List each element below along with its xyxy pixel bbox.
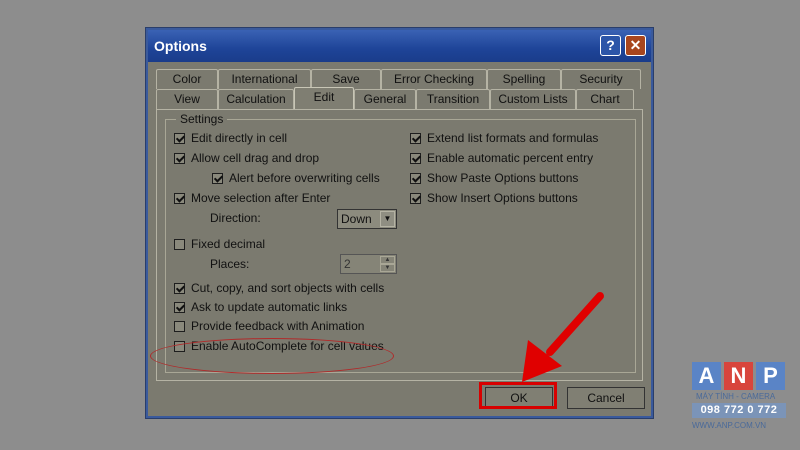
logo-letter-a: A [692,362,721,390]
option-label: Cut, copy, and sort objects with cells [191,281,385,295]
checkbox[interactable] [410,152,421,164]
tab-chart[interactable]: Chart [576,89,634,109]
option-alert-overwrite[interactable]: Alert before overwriting cells [212,171,380,185]
spin-up-icon[interactable]: ▲ [380,256,395,264]
checkbox[interactable] [174,320,185,332]
option-edit-directly[interactable]: Edit directly in cell [174,131,287,145]
highlight-ellipse [150,338,394,374]
places-label: Places: [210,257,250,271]
checkbox[interactable] [212,172,223,184]
direction-dropdown[interactable]: Down ▼ [337,209,397,229]
tab-custom-lists[interactable]: Custom Lists [490,89,576,109]
tab-row-1: Color International Save Error Checking … [156,69,641,89]
checkbox[interactable] [410,192,421,204]
logo-letter-p: P [756,362,785,390]
tab-edit[interactable]: Edit [294,87,354,109]
option-label: Show Insert Options buttons [427,191,578,205]
checkbox[interactable] [174,152,185,164]
logo-letter-n: N [724,362,753,390]
tab-spelling[interactable]: Spelling [487,69,561,89]
chevron-down-icon[interactable]: ▼ [380,211,395,227]
help-button[interactable]: ? [600,35,621,56]
checkbox[interactable] [410,132,421,144]
spin-down-icon[interactable]: ▼ [380,264,395,272]
option-insert-options[interactable]: Show Insert Options buttons [410,191,578,205]
tab-save[interactable]: Save [311,69,381,89]
pointer-arrow-icon [522,292,604,382]
option-drag-drop[interactable]: Allow cell drag and drop [174,151,319,165]
checkbox[interactable] [174,132,185,144]
tab-view[interactable]: View [156,89,218,109]
cancel-button[interactable]: Cancel [567,387,645,409]
checkbox[interactable] [410,172,421,184]
option-update-links[interactable]: Ask to update automatic links [174,300,347,314]
close-button[interactable]: ✕ [625,35,646,56]
settings-group-label: Settings [176,112,228,126]
checkbox[interactable] [174,192,185,204]
option-cut-copy-sort[interactable]: Cut, copy, and sort objects with cells [174,281,384,295]
checkbox[interactable] [174,282,185,294]
dialog-title: Options [154,38,207,54]
logo-phone: 098 772 0 772 [692,403,786,418]
tab-security[interactable]: Security [561,69,641,89]
tab-row-2: View Calculation Edit General Transition… [156,87,634,109]
places-spinner[interactable]: 2 ▲ ▼ [340,254,397,274]
option-label: Move selection after Enter [191,191,331,205]
option-label: Alert before overwriting cells [229,171,380,185]
option-extend-list[interactable]: Extend list formats and formulas [410,131,598,145]
title-bar[interactable]: Options ? ✕ [148,30,651,62]
logo-website: WWW.ANP.COM.VN [692,421,767,430]
option-label: Fixed decimal [191,237,266,251]
option-label: Edit directly in cell [191,131,288,145]
tab-general[interactable]: General [354,89,416,109]
option-label: Show Paste Options buttons [427,171,579,185]
tab-international[interactable]: International [218,69,311,89]
tab-color[interactable]: Color [156,69,218,89]
logo-tagline: MÁY TÍNH - CAMERA [696,392,776,401]
direction-label: Direction: [210,211,261,225]
direction-value: Down [341,212,372,226]
option-paste-options[interactable]: Show Paste Options buttons [410,171,578,185]
option-label: Enable automatic percent entry [427,151,594,165]
checkbox[interactable] [174,238,185,250]
option-percent-entry[interactable]: Enable automatic percent entry [410,151,593,165]
option-label: Extend list formats and formulas [427,131,599,145]
tab-transition[interactable]: Transition [416,89,490,109]
places-value: 2 [344,257,351,271]
option-label: Provide feedback with Animation [191,319,365,333]
option-feedback-animation[interactable]: Provide feedback with Animation [174,319,364,333]
option-fixed-decimal[interactable]: Fixed decimal [174,237,265,251]
tab-error-checking[interactable]: Error Checking [381,69,487,89]
option-move-selection[interactable]: Move selection after Enter [174,191,330,205]
option-label: Allow cell drag and drop [191,151,320,165]
checkbox[interactable] [174,301,185,313]
tab-calculation[interactable]: Calculation [218,89,294,109]
option-label: Ask to update automatic links [191,300,348,314]
